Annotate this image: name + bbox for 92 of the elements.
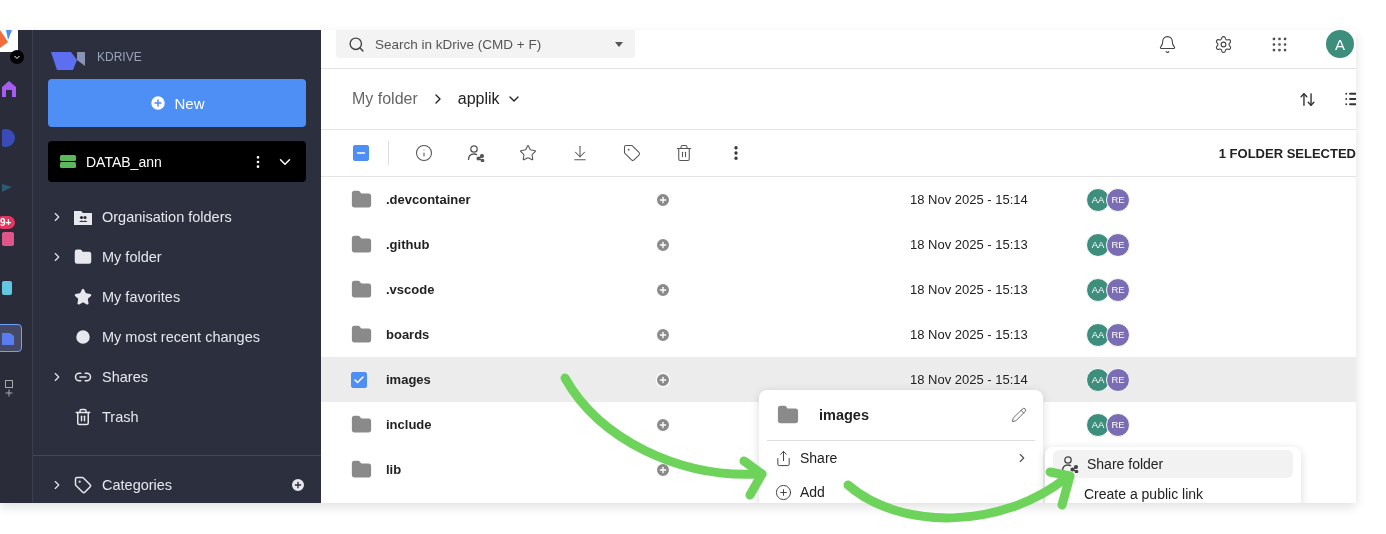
member-avatar: RE	[1106, 412, 1130, 437]
search-icon	[348, 35, 365, 53]
modified-date: 18 Nov 2025 - 15:13	[910, 282, 1029, 297]
file-row[interactable]: images 18 Nov 2025 - 15:14 AA RE	[321, 357, 1356, 402]
plus-icon	[149, 94, 168, 112]
menu-item[interactable]: Share folder	[1053, 450, 1293, 478]
rename-icon[interactable]	[1011, 407, 1027, 423]
kdrive-logo-icon	[51, 52, 87, 70]
select-all-checkbox[interactable]	[353, 145, 369, 161]
current-folder[interactable]: applik	[457, 90, 500, 108]
member-avatar: RE	[1106, 277, 1130, 302]
add-icon[interactable]	[655, 326, 671, 343]
sidebar-item[interactable]: Organisation folders	[48, 197, 306, 237]
menu-item[interactable]: Share	[767, 441, 1035, 475]
folder-icon	[351, 279, 372, 300]
folder-name: include	[386, 417, 433, 432]
member-avatar: AA	[1086, 232, 1110, 257]
member-avatar: AA	[1086, 367, 1110, 392]
member-avatar: AA	[1086, 322, 1110, 347]
check-icon	[353, 373, 365, 386]
menu-item[interactable]: Add	[767, 475, 1035, 503]
tag-icon	[74, 476, 92, 494]
tag-icon[interactable]	[623, 144, 641, 162]
user-avatar[interactable]: A	[1326, 30, 1354, 58]
drive-icon	[60, 154, 76, 169]
folder-icon	[74, 248, 92, 266]
modified-date: 18 Nov 2025 - 15:14	[910, 192, 1029, 207]
group-folder-icon	[74, 209, 92, 225]
app-switcher-item[interactable]	[0, 324, 22, 352]
member-avatar: RE	[1106, 187, 1130, 212]
sidebar-item[interactable]: My folder	[48, 237, 306, 277]
folder-name: boards	[386, 327, 431, 342]
member-avatar: RE	[1106, 322, 1130, 347]
folder-name: images	[386, 372, 432, 387]
folder-name: .github	[386, 237, 431, 252]
product-name: KDRIVE	[97, 50, 142, 64]
star-icon[interactable]	[519, 144, 537, 162]
star-icon	[74, 288, 92, 306]
sidebar-item[interactable]: Shares	[48, 357, 306, 397]
folder-icon	[351, 414, 372, 435]
share-icon	[775, 449, 792, 467]
settings-icon[interactable]	[1214, 34, 1233, 54]
categories-item[interactable]: Categories	[48, 476, 306, 494]
dropdown-icon[interactable]	[10, 50, 24, 64]
member-avatar: RE	[1106, 232, 1130, 257]
member-avatar: AA	[1086, 277, 1110, 302]
folder-icon	[351, 189, 372, 210]
modified-date: 18 Nov 2025 - 15:13	[910, 237, 1029, 252]
add-category-icon[interactable]	[290, 477, 306, 493]
add-icon[interactable]	[655, 281, 671, 298]
stack-icon	[2, 229, 16, 247]
member-avatar: AA	[1086, 412, 1110, 437]
sidebar-item[interactable]: Trash	[48, 397, 306, 437]
folder-icon	[777, 404, 799, 426]
share-user-icon	[1061, 455, 1079, 473]
menu-item[interactable]: Create a public link	[1053, 480, 1293, 503]
drive-selector[interactable]: DATAB_ann	[48, 141, 306, 182]
folder-name: .devcontainer	[386, 192, 472, 207]
share-user-icon	[467, 144, 485, 162]
folder-icon	[351, 324, 372, 345]
house-icon	[2, 79, 16, 97]
app-logo-icon[interactable]	[0, 30, 18, 52]
folder-name: .vscode	[386, 282, 436, 297]
folder-icon	[351, 234, 372, 255]
sidebar-item[interactable]: My most recent changes	[48, 317, 306, 357]
add-icon[interactable]	[655, 416, 671, 433]
folders-icon	[2, 330, 16, 346]
notifications-icon[interactable]	[1158, 34, 1177, 54]
modified-date: 18 Nov 2025 - 15:14	[910, 372, 1029, 387]
trash-icon	[74, 408, 92, 426]
menu-title: images	[819, 407, 870, 423]
modified-date: 18 Nov 2025 - 15:13	[910, 327, 1029, 342]
member-avatar: RE	[1106, 367, 1130, 392]
sidebar-item[interactable]: My favorites	[48, 277, 306, 317]
notification-badge: 9+	[0, 216, 16, 229]
selection-count: 1 FOLDER SELECTED	[1218, 145, 1356, 161]
add-app-icon	[5, 379, 13, 397]
trash-icon[interactable]	[675, 144, 693, 162]
download-icon[interactable]	[571, 144, 589, 162]
breadcrumb-link[interactable]: My folder	[352, 90, 418, 108]
row-checkbox[interactable]	[351, 371, 367, 388]
caret-icon	[615, 41, 623, 47]
member-avatar: AA	[1086, 187, 1110, 212]
search-field[interactable]: Search in kDrive (CMD + F)	[336, 30, 635, 58]
info-icon[interactable]	[415, 144, 433, 162]
add-icon	[775, 483, 792, 501]
add-icon[interactable]	[655, 191, 671, 208]
sort-icon[interactable]	[1299, 90, 1316, 108]
folder-name: lib	[386, 462, 403, 477]
add-icon[interactable]	[655, 371, 671, 388]
add-icon[interactable]	[655, 236, 671, 253]
folder-icon	[351, 459, 372, 480]
